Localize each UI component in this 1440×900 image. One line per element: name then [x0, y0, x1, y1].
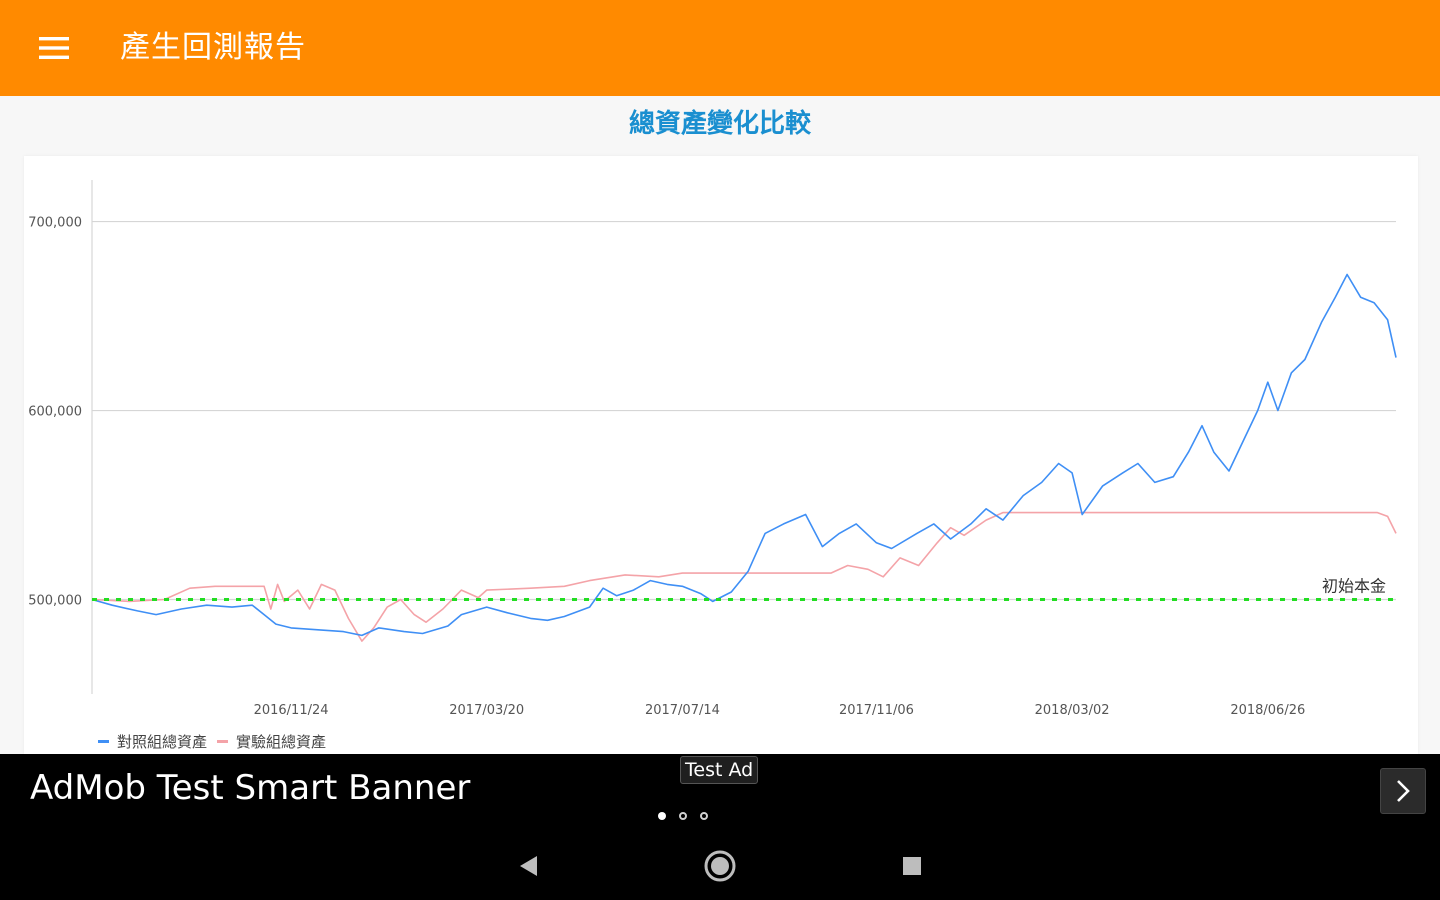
legend-item-control: 對照組總資產: [98, 731, 207, 752]
app-bar: 產生回測報告: [0, 0, 1440, 96]
nav-home-button[interactable]: [700, 846, 740, 886]
ad-title[interactable]: AdMob Test Smart Banner: [30, 766, 470, 810]
ad-dot: [700, 812, 708, 820]
back-triangle-icon: [520, 856, 537, 876]
chart-legend: 對照組總資產 實驗組總資產: [98, 731, 336, 752]
x-tick-label: 2018/06/26: [1230, 703, 1305, 718]
ad-dot: [679, 812, 687, 820]
legend-label-experiment: 實驗組總資產: [236, 733, 327, 751]
system-nav-bar: [0, 836, 1440, 894]
hamburger-menu-icon: [39, 37, 69, 59]
y-tick-label: 600,000: [28, 405, 82, 420]
x-tick-label: 2017/11/06: [839, 703, 914, 718]
ad-next-button[interactable]: [1380, 768, 1426, 814]
legend-label-control: 對照組總資產: [117, 733, 208, 751]
y-tick-label: 500,000: [28, 594, 82, 609]
chart-card: 500,000 600,000 700,000 2016/11/24 2017/03/2…: [24, 156, 1418, 754]
recents-square-icon: [903, 857, 921, 875]
ad-dot-active: [658, 812, 666, 820]
legend-swatch-experiment: [217, 740, 229, 743]
legend-item-experiment: 實驗組總資產: [217, 731, 326, 752]
nav-recents-button[interactable]: [892, 846, 932, 886]
ad-pager-dots: [658, 812, 721, 820]
menu-button[interactable]: [28, 26, 80, 70]
y-tick-label: 700,000: [28, 216, 82, 231]
asset-line-chart: 500,000 600,000 700,000 2016/11/24 2017/03/2…: [28, 180, 1397, 718]
x-tick-label: 2018/03/02: [1035, 703, 1110, 718]
chart-heading: 總資產變化比較: [628, 109, 811, 139]
test-ad-badge: Test Ad: [680, 756, 759, 784]
series-line-control: [91, 273, 1397, 637]
x-tick-label: 2017/07/14: [645, 703, 720, 718]
app-title: 產生回測報告: [120, 30, 306, 65]
x-tick-label: 2016/11/24: [254, 703, 329, 718]
nav-back-button[interactable]: [508, 846, 548, 886]
chevron-right-icon: [1397, 780, 1410, 802]
legend-swatch-control: [98, 740, 109, 743]
reference-line-label: 初始本金: [1322, 577, 1386, 596]
x-tick-label: 2017/03/20: [449, 703, 524, 718]
home-circle-icon: [704, 850, 736, 882]
